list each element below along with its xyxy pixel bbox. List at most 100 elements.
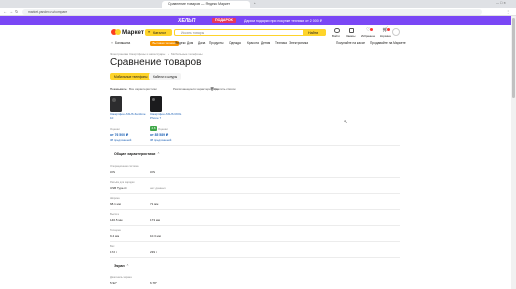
product-name[interactable]: Смартфон ASUS ROG Phone 7: [150, 112, 186, 120]
spec-value: 146.5 мм: [110, 218, 123, 222]
nav-item[interactable]: Техника: [275, 41, 287, 45]
product-offers[interactable]: 38 предложений: [150, 138, 171, 142]
spec-value: 5.92": [110, 281, 117, 285]
rating-label: Оценки: [110, 127, 120, 131]
favorites-badge: [370, 28, 373, 31]
show-label: Показывать:: [110, 87, 128, 91]
new-tab-icon[interactable]: +: [254, 1, 256, 5]
catalog-button[interactable]: ≡ Каталог: [145, 29, 172, 36]
row-divider: [110, 225, 400, 226]
catalog-label: Каталог: [153, 30, 167, 35]
spec-value: 173 мм: [150, 218, 160, 222]
nav-item[interactable]: Красота: [247, 41, 259, 45]
spec-label: Операционная система: [110, 165, 139, 168]
location-link[interactable]: Балашиха: [115, 41, 130, 45]
product-name[interactable]: Смартфон ASUS Zenfone 10: [110, 112, 146, 120]
right-link-cash[interactable]: Покупайте на кассе: [336, 41, 365, 45]
browser-tab-bar: Сравнение товаров — Яндекс Маркет + — ☐ …: [0, 0, 516, 8]
user-link-label: Корзина: [380, 34, 391, 38]
breadcrumb-separator: ›: [126, 52, 127, 56]
user-link-orders[interactable]: Заказы: [346, 28, 358, 38]
clear-list-link[interactable]: Удалить список: [214, 87, 236, 91]
spec-value: нет данных: [150, 186, 166, 190]
spec-value: 68.1 мм: [110, 202, 121, 206]
avatar[interactable]: [392, 28, 400, 36]
spec-value: 71 мм: [150, 202, 159, 206]
cart-badge: [387, 28, 390, 31]
nav-item[interactable]: Дом: [187, 41, 193, 45]
filter-tab-active[interactable]: Мобильные телефоны: [110, 73, 152, 80]
promo-text: Дарим подарки при покупке техники от 2 0…: [244, 18, 323, 23]
browser-tab-title: Сравнение товаров — Яндекс Маркет: [168, 2, 231, 6]
product-card[interactable]: Смартфон ASUS Zenfone 10: [110, 96, 148, 126]
url-text: market.yandex.ru/compare: [28, 10, 68, 14]
nav-item[interactable]: Детям: [261, 41, 270, 45]
product-offers[interactable]: 38 предложений: [110, 138, 131, 142]
nav-item[interactable]: Яндекс: [175, 41, 186, 45]
reload-icon[interactable]: ↻: [15, 9, 18, 15]
nav-item[interactable]: Продукты: [209, 41, 223, 45]
catalog-menu-icon: ≡: [148, 30, 151, 35]
product-price[interactable]: от 76 500 ₽: [110, 133, 128, 137]
row-divider: [110, 241, 400, 242]
site-header: Маркет ≡ Каталог Искать товары Найти Вой…: [0, 25, 516, 49]
user-link-label: Заказы: [346, 34, 356, 38]
user-link-login[interactable]: Войти: [332, 28, 342, 38]
back-icon[interactable]: ←: [3, 9, 7, 15]
rating-badge: 4.8: [150, 126, 157, 131]
spec-label: Толщина: [110, 229, 121, 232]
spec-value: 6.78": [150, 281, 157, 285]
breadcrumb-separator: ›: [168, 52, 169, 56]
chevron-up-icon[interactable]: ⌃: [157, 152, 160, 156]
page-title: Сравнение товаров: [110, 57, 202, 68]
product-image: [110, 96, 122, 112]
breadcrumb-item[interactable]: Смартфоны и аксессуары: [129, 52, 165, 56]
breadcrumb-item[interactable]: Мобильные телефоны: [171, 52, 203, 56]
product-price[interactable]: от 85 589 ₽: [150, 133, 168, 137]
filter-tab[interactable]: Кабели и шнуры: [149, 73, 182, 80]
spec-value: iOS: [150, 170, 156, 174]
section-title[interactable]: Общие характеристики: [114, 152, 155, 156]
user-link-label: Войти: [332, 34, 340, 38]
menu-icon[interactable]: ⋮: [506, 9, 510, 15]
mouse-cursor-icon: ↖: [344, 119, 348, 124]
promo-brand: ХЕЛЬП: [178, 17, 196, 24]
nav-item[interactable]: Одежда: [229, 41, 241, 45]
search-button-label: Найти: [308, 30, 319, 35]
nav-item[interactable]: Дача: [198, 41, 205, 45]
camera-icon: [112, 98, 116, 102]
row-divider: [110, 209, 400, 210]
browser-tab[interactable]: Сравнение товаров — Яндекс Маркет: [162, 1, 250, 8]
section-title-screen[interactable]: Экран: [114, 264, 125, 268]
product-card[interactable]: Смартфон ASUS ROG Phone 7: [150, 96, 188, 126]
nav-item[interactable]: Электроника: [289, 41, 308, 45]
forward-icon[interactable]: →: [9, 9, 13, 15]
user-link-cart[interactable]: 🛒︎ Корзина: [380, 27, 392, 38]
product-image: [150, 96, 162, 112]
user-link-label: Избранное: [361, 34, 376, 38]
spec-label: Высота: [110, 213, 119, 216]
window-controls[interactable]: — ☐ ✕: [496, 1, 506, 5]
spec-label: Диагональ экрана: [110, 276, 132, 279]
chevron-up-icon[interactable]: ⌃: [126, 264, 129, 268]
logo-icon-2: [115, 29, 121, 35]
rating-text: Оценки: [158, 127, 168, 131]
right-link-sell[interactable]: Продавайте на Маркете: [370, 41, 406, 45]
spec-value: 239 г: [150, 250, 157, 254]
user-icon: [334, 28, 340, 33]
scrollbar-thumb[interactable]: [512, 18, 515, 98]
url-input[interactable]: market.yandex.ru/compare: [22, 9, 482, 15]
divider: [110, 145, 400, 146]
promo-banner[interactable]: ХЕЛЬП ПОДАРОК Дарим подарки при покупке …: [0, 16, 516, 25]
logo-text: Маркет: [122, 28, 144, 36]
spec-label: Разъём для зарядки: [110, 181, 135, 184]
spec-value: iOS: [110, 170, 116, 174]
search-button[interactable]: Найти: [303, 29, 326, 36]
spec-value: 172 г: [110, 250, 117, 254]
spec-value: 10.3 мм: [150, 234, 161, 238]
spec-label: Вес: [110, 245, 115, 248]
toggle-all[interactable]: Все характеристики: [129, 87, 157, 91]
user-link-favorites[interactable]: ♡ Избранное: [361, 27, 377, 38]
spec-value: USB Type-C: [110, 186, 127, 190]
orders-icon: [349, 28, 354, 33]
